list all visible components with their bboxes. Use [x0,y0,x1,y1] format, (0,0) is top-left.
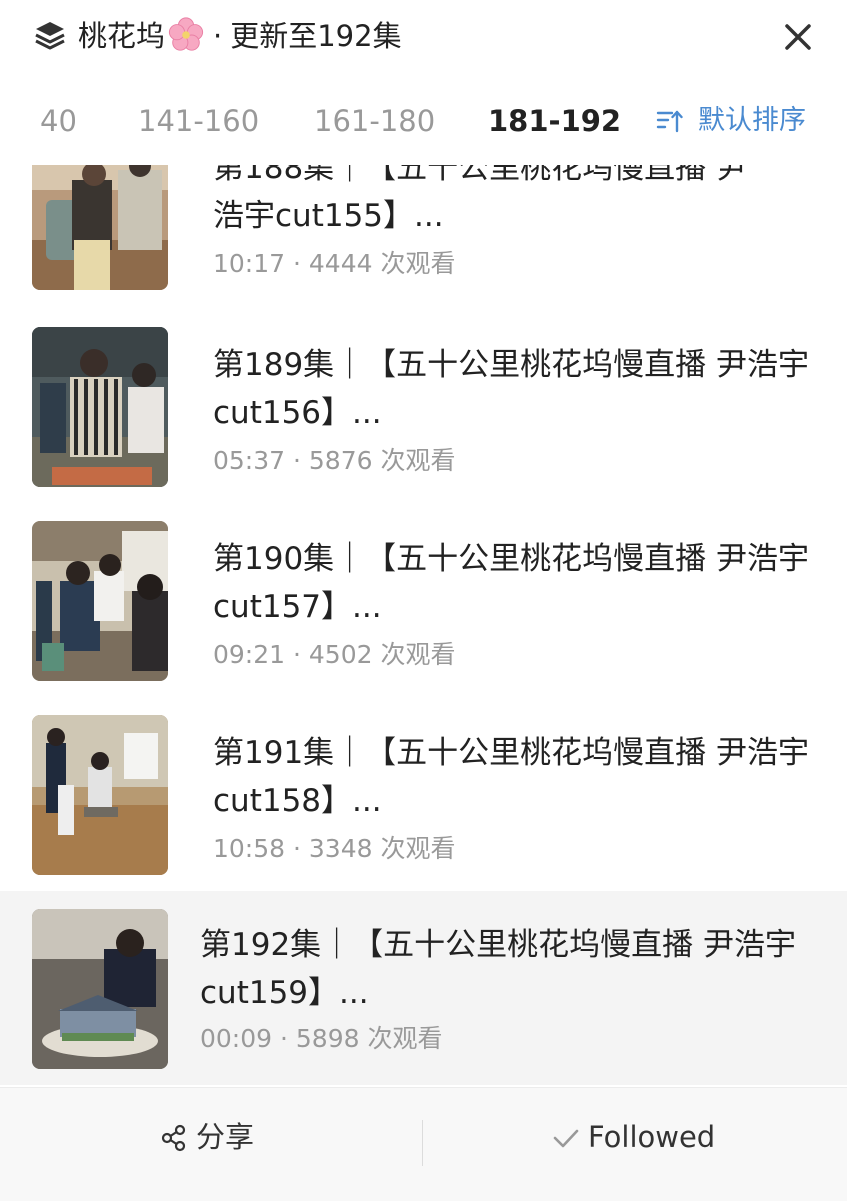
episode-title: 第189集｜【五十公里桃花坞慢直播 尹浩宇cut156】... [213,347,810,431]
episode-meta: 09:21 · 4502 次观看 [213,638,455,672]
episode-thumbnail [32,327,168,487]
episode-row[interactable]: 第191集｜【五十公里桃花坞慢直播 尹浩宇cut158】... 10:58 · … [0,715,847,909]
bottom-action-bar: 分享 Followed [0,1087,847,1201]
sort-icon [656,110,683,133]
share-button[interactable]: 分享 [160,1116,254,1158]
episode-title: 第190集｜【五十公里桃花坞慢直播 尹浩宇cut157】... [213,541,810,625]
check-icon [553,1129,579,1148]
layers-icon [35,22,65,50]
episode-duration: 09:21 [213,640,286,669]
episode-list[interactable]: 第188集｜【五十公里桃花坞慢直播 尹 浩宇cut155】... 10:17 ·… [0,165,847,1085]
series-name: 桃花坞 [78,19,166,53]
episode-views: 3348 次观看 [308,834,456,863]
episode-row-current[interactable]: 第192集｜【五十公里桃花坞慢直播 尹浩宇cut159】... 00:09 · … [0,891,847,1085]
meta-separator: · [285,249,309,278]
tab-range-40[interactable]: 40 [40,101,77,141]
followed-label: Followed [588,1120,716,1154]
tab-range-161-180[interactable]: 161-180 [314,101,435,141]
collection-title: 桃花坞 · 更新至192集 [78,14,402,58]
sort-label: 默认排序 [698,105,806,136]
episode-views: 4502 次观看 [308,640,456,669]
episode-title: 第188集｜【五十公里桃花坞慢直播 尹 浩宇cut155】... [213,165,823,240]
share-label: 分享 [196,1120,255,1154]
episode-duration: 10:58 [213,834,286,863]
cherry-blossom-icon [168,17,204,51]
meta-separator: · [285,446,309,475]
episode-row[interactable]: 第188集｜【五十公里桃花坞慢直播 尹 浩宇cut155】... 10:17 ·… [0,165,847,324]
episode-duration: 05:37 [213,446,286,475]
episode-meta: 00:09 · 5898 次观看 [200,1022,442,1056]
episode-range-tabs: 40 141-160 161-180 181-192 默认排序 [0,75,847,165]
update-status: 更新至192集 [230,19,402,53]
episode-thumbnail [32,165,168,290]
bottom-divider [422,1120,423,1166]
episode-title: 第192集｜【五十公里桃花坞慢直播 尹浩宇cut159】... [200,927,797,1011]
episode-meta: 05:37 · 5876 次观看 [213,444,455,478]
episode-duration: 10:17 [213,249,286,278]
followed-button[interactable]: Followed [552,1116,715,1158]
title-separator: · [213,19,223,53]
sort-button[interactable]: 默认排序 [656,101,806,141]
share-icon [161,1124,186,1152]
episode-thumbnail [32,715,168,875]
episode-thumbnail [32,909,168,1069]
meta-separator: · [285,834,309,863]
episode-title-line1: 第188集｜【五十公里桃花坞慢直播 尹 [213,165,748,186]
close-icon[interactable] [778,17,818,57]
episode-title: 第191集｜【五十公里桃花坞慢直播 尹浩宇cut158】... [213,735,810,819]
header-bar: 桃花坞 · 更新至192集 [0,0,847,75]
episode-meta: 10:58 · 3348 次观看 [213,832,455,866]
meta-separator: · [272,1024,296,1053]
meta-separator: · [285,640,309,669]
tab-range-181-192[interactable]: 181-192 [488,101,621,141]
episode-duration: 00:09 [200,1024,273,1053]
episode-views: 5876 次观看 [308,446,456,475]
episode-title-line2: 浩宇cut155】... [213,198,444,234]
episode-meta: 10:17 · 4444 次观看 [213,247,455,281]
tab-range-141-160[interactable]: 141-160 [138,101,259,141]
episode-views: 4444 次观看 [308,249,456,278]
episode-row[interactable]: 第189集｜【五十公里桃花坞慢直播 尹浩宇cut156】... 05:37 · … [0,327,847,521]
episode-thumbnail [32,521,168,681]
episode-row[interactable]: 第190集｜【五十公里桃花坞慢直播 尹浩宇cut157】... 09:21 · … [0,521,847,715]
episode-views: 5898 次观看 [295,1024,443,1053]
